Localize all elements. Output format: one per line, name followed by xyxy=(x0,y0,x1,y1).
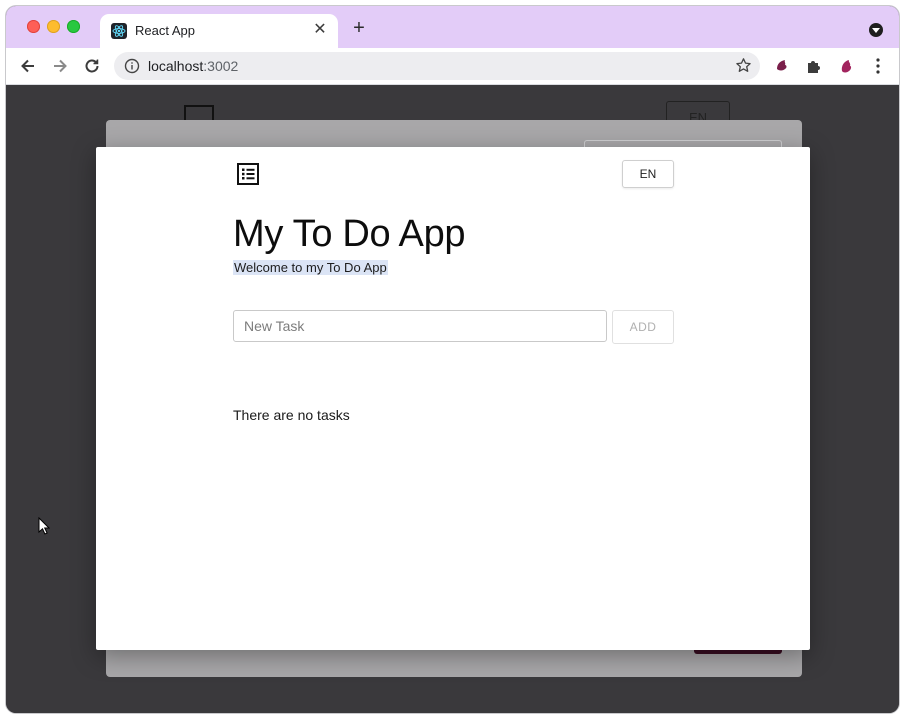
address-bar[interactable]: localhost:3002 xyxy=(114,52,760,80)
page-title: My To Do App xyxy=(233,213,466,255)
new-task-input[interactable] xyxy=(233,310,607,342)
close-window-button[interactable] xyxy=(27,20,40,33)
plus-icon[interactable]: + xyxy=(349,18,369,38)
mouse-cursor-icon xyxy=(38,516,51,540)
tab-strip: React App ✕ + xyxy=(6,6,899,48)
list-icon xyxy=(236,162,260,186)
url-text: localhost:3002 xyxy=(148,58,238,74)
browser-window: React App ✕ + localhost:3002 EN EN My To… xyxy=(6,6,899,713)
profile-extension-icon[interactable] xyxy=(834,54,858,78)
add-task-button[interactable]: ADD xyxy=(612,310,674,344)
page-viewport: EN EN My To Do App Welcome to my To Do A… xyxy=(6,85,899,713)
info-icon[interactable] xyxy=(124,58,140,79)
forward-arrow-icon[interactable] xyxy=(48,54,72,78)
url-port: :3002 xyxy=(203,58,239,74)
tab-search-button[interactable] xyxy=(869,23,883,37)
back-arrow-icon[interactable] xyxy=(16,54,40,78)
browser-tab[interactable]: React App ✕ xyxy=(100,14,338,48)
puzzle-icon[interactable] xyxy=(802,54,826,78)
extension-icon[interactable] xyxy=(770,54,794,78)
tab-title: React App xyxy=(135,23,195,38)
browser-toolbar: localhost:3002 xyxy=(6,48,899,85)
react-icon xyxy=(111,23,127,39)
minimize-window-button[interactable] xyxy=(47,20,60,33)
language-button[interactable]: EN xyxy=(622,160,674,188)
page-subtitle: Welcome to my To Do App xyxy=(233,260,388,275)
close-icon[interactable]: ✕ xyxy=(310,20,330,40)
app-modal: EN My To Do App Welcome to my To Do App … xyxy=(96,147,810,650)
empty-tasks-message: There are no tasks xyxy=(233,407,350,423)
star-icon[interactable] xyxy=(735,57,752,79)
maximize-window-button[interactable] xyxy=(67,20,80,33)
url-host: localhost xyxy=(148,58,204,74)
reload-icon[interactable] xyxy=(80,54,104,78)
kebab-menu-icon[interactable] xyxy=(866,54,890,78)
